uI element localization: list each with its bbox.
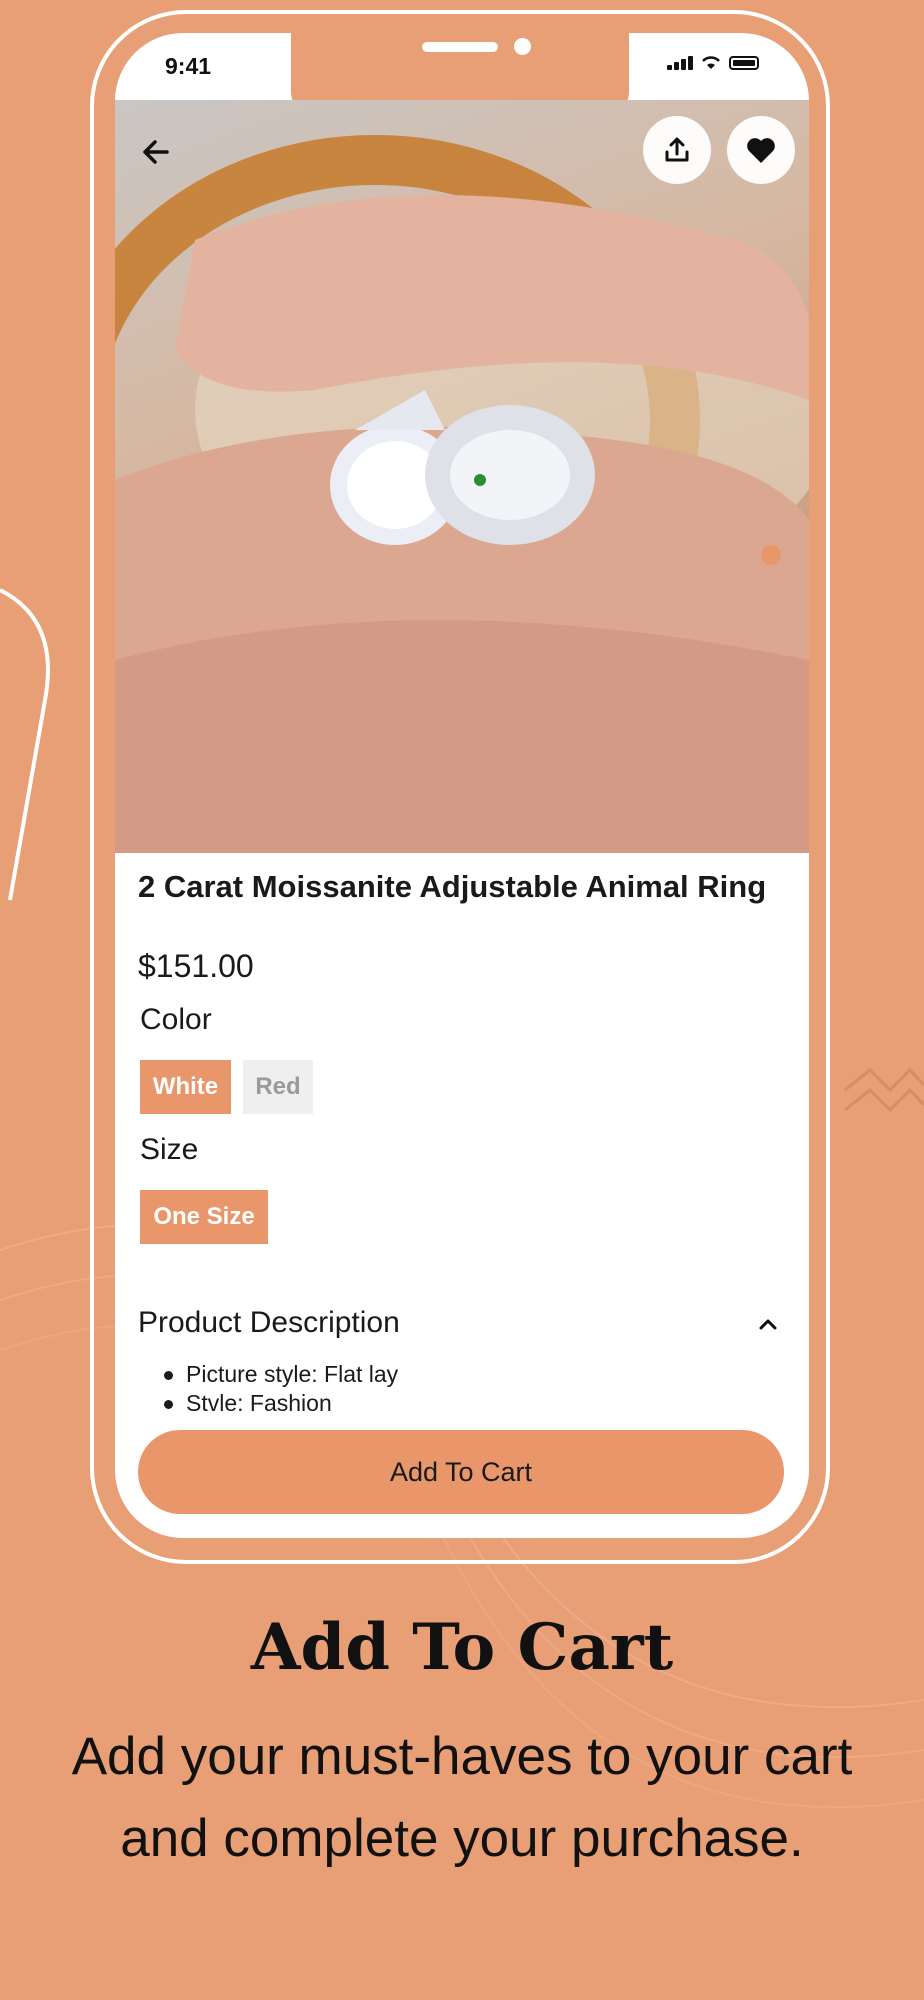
- list-item: Stvle: Fashion: [160, 1389, 398, 1418]
- battery-icon: [729, 56, 759, 70]
- signal-icon: [667, 56, 693, 70]
- wifi-icon: [702, 56, 720, 69]
- size-option-one-size[interactable]: One Size: [140, 1190, 268, 1244]
- promo-headline: Add To Cart: [250, 1610, 674, 1685]
- share-icon: [665, 137, 689, 162]
- heart-icon: [747, 138, 775, 163]
- product-title: 2 Carat Moissanite Adjustable Animal Rin…: [138, 869, 767, 904]
- color-label: Color: [140, 1003, 212, 1036]
- camera-dot: [514, 38, 531, 55]
- add-to-cart-button[interactable]: Add To Cart: [138, 1430, 784, 1514]
- status-icons: [667, 55, 759, 70]
- share-button[interactable]: [643, 116, 711, 184]
- list-item: Picture style: Flat lay: [160, 1360, 398, 1389]
- color-option-red[interactable]: Red: [243, 1060, 313, 1114]
- product-image[interactable]: [115, 100, 809, 853]
- promo-subline: Add your must-haves to your cart and com…: [71, 1727, 853, 1868]
- product-price: $151.00: [138, 948, 254, 984]
- carousel-indicator[interactable]: [761, 545, 781, 565]
- size-label: Size: [140, 1133, 199, 1166]
- speaker-grille: [422, 42, 498, 52]
- favorite-button[interactable]: [727, 116, 795, 184]
- back-arrow-icon: [143, 140, 169, 164]
- color-option-white[interactable]: White: [140, 1060, 231, 1114]
- back-button[interactable]: [133, 130, 177, 174]
- description-list: Picture style: Flat lay Stvle: Fashion: [160, 1360, 398, 1418]
- status-time: 9:41: [165, 53, 212, 79]
- product-description-title[interactable]: Product Description: [138, 1306, 400, 1340]
- chevron-up-icon[interactable]: [756, 1312, 780, 1336]
